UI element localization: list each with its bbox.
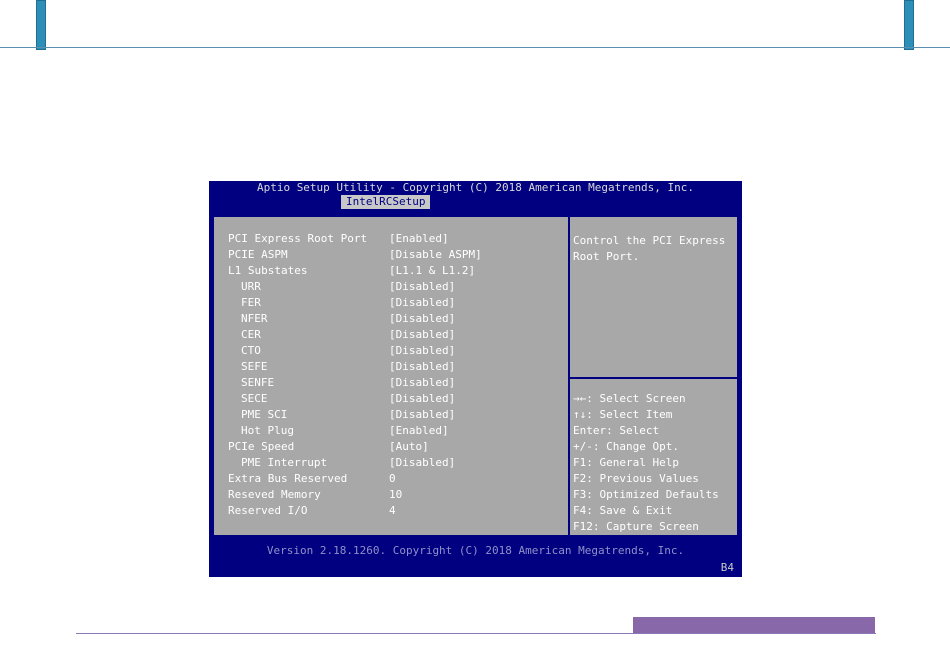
bios-screen: Aptio Setup Utility - Copyright (C) 2018… xyxy=(209,181,742,577)
setting-name: NFER xyxy=(241,312,268,325)
setting-value[interactable]: [Disable ASPM] xyxy=(389,247,482,263)
setting-value[interactable]: [L1.1 & L1.2] xyxy=(389,263,475,279)
setting-value[interactable]: [Disabled] xyxy=(389,327,455,343)
setting-row[interactable]: NFER [Disabled] xyxy=(214,311,566,327)
setting-row[interactable]: PME Interrupt [Disabled] xyxy=(214,455,566,471)
setting-value[interactable]: [Auto] xyxy=(389,439,429,455)
setting-name: PCIE ASPM xyxy=(228,248,288,261)
key-enter: Enter: Select xyxy=(573,424,660,437)
key-change-opt: +/-: Change Opt. xyxy=(573,440,679,453)
post-code: B4 xyxy=(720,561,734,574)
setting-row[interactable]: SECE [Disabled] xyxy=(214,391,566,407)
setting-value[interactable]: [Enabled] xyxy=(389,423,449,439)
page-accent-right xyxy=(904,0,914,50)
setting-value[interactable]: [Disabled] xyxy=(389,311,455,327)
bios-footer: Version 2.18.1260. Copyright (C) 2018 Am… xyxy=(266,544,685,557)
setting-name: Reseved Memory xyxy=(228,488,321,501)
setting-value[interactable]: [Disabled] xyxy=(389,455,455,471)
setting-row[interactable]: Reseved Memory 10 xyxy=(214,487,566,503)
tab-intelrcsetup[interactable]: IntelRCSetup xyxy=(341,195,431,209)
setting-row[interactable]: CER [Disabled] xyxy=(214,327,566,343)
setting-name: PME Interrupt xyxy=(241,456,328,469)
key-select-item: ↑↓: Select Item xyxy=(573,408,673,421)
setting-value[interactable]: [Disabled] xyxy=(389,391,455,407)
setting-name: PCIe Speed xyxy=(228,440,295,453)
setting-row[interactable]: URR [Disabled] xyxy=(214,279,566,295)
setting-name: Reserved I/O xyxy=(228,504,308,517)
setting-row[interactable]: CTO [Disabled] xyxy=(214,343,566,359)
footer-accent-bar xyxy=(633,617,875,634)
setting-value[interactable]: [Disabled] xyxy=(389,375,455,391)
setting-value[interactable]: 10 xyxy=(389,487,402,503)
footer-rule xyxy=(76,633,876,634)
setting-row[interactable]: SENFE [Disabled] xyxy=(214,375,566,391)
setting-row[interactable]: Reserved I/O 4 xyxy=(214,503,566,519)
setting-row[interactable]: Hot Plug [Enabled] xyxy=(214,423,566,439)
setting-value[interactable]: 0 xyxy=(389,471,396,487)
setting-name: CER xyxy=(241,328,261,341)
setting-name: CTO xyxy=(241,344,261,357)
setting-row[interactable]: L1 Substates [L1.1 & L1.2] xyxy=(214,263,566,279)
help-line: Root Port. xyxy=(573,250,640,263)
setting-value[interactable]: [Disabled] xyxy=(389,359,455,375)
setting-value[interactable]: [Disabled] xyxy=(389,295,455,311)
setting-row[interactable]: Extra Bus Reserved 0 xyxy=(214,471,566,487)
setting-name: PME SCI xyxy=(241,408,288,421)
key-save-exit: F4: Save & Exit xyxy=(573,504,673,517)
settings-panel: PCI Express Root Port [Enabled] PCIE ASPM [… xyxy=(212,215,739,537)
setting-value[interactable]: 4 xyxy=(389,503,396,519)
key-capture-screen: F12: Capture Screen xyxy=(573,520,699,533)
bios-title: Aptio Setup Utility - Copyright (C) 2018… xyxy=(256,181,695,194)
setting-row[interactable]: PME SCI [Disabled] xyxy=(214,407,566,423)
setting-name: SENFE xyxy=(241,376,275,389)
setting-name: FER xyxy=(241,296,261,309)
setting-value[interactable]: [Enabled] xyxy=(389,231,449,247)
key-legend: →←: Select Screen ↑↓: Select Item Enter:… xyxy=(573,391,737,535)
setting-row[interactable]: PCI Express Root Port [Enabled] xyxy=(214,231,566,247)
setting-row[interactable]: PCIe Speed [Auto] xyxy=(214,439,566,455)
setting-name: PCI Express Root Port xyxy=(228,232,368,245)
key-previous-values: F2: Previous Values xyxy=(573,472,699,485)
setting-name: SEFE xyxy=(241,360,268,373)
panel-divider xyxy=(568,217,570,535)
key-general-help: F1: General Help xyxy=(573,456,679,469)
setting-row[interactable]: FER [Disabled] xyxy=(214,295,566,311)
page-accent-left xyxy=(36,0,46,50)
setting-name: Extra Bus Reserved xyxy=(228,472,348,485)
setting-name: L1 Substates xyxy=(228,264,308,277)
setting-row[interactable]: SEFE [Disabled] xyxy=(214,359,566,375)
key-select-screen: →←: Select Screen xyxy=(573,392,686,405)
setting-name: SECE xyxy=(241,392,268,405)
setting-value[interactable]: [Disabled] xyxy=(389,279,455,295)
help-divider xyxy=(570,377,737,379)
setting-value[interactable]: [Disabled] xyxy=(389,407,455,423)
setting-name: URR xyxy=(241,280,261,293)
setting-name: Hot Plug xyxy=(241,424,294,437)
setting-value[interactable]: [Disabled] xyxy=(389,343,455,359)
help-line: Control the PCI Express xyxy=(573,234,726,247)
help-text: Control the PCI Express Root Port. xyxy=(573,233,733,265)
key-optimized-defaults: F3: Optimized Defaults xyxy=(573,488,719,501)
setting-row[interactable]: PCIE ASPM [Disable ASPM] xyxy=(214,247,566,263)
header-rule xyxy=(0,47,950,48)
